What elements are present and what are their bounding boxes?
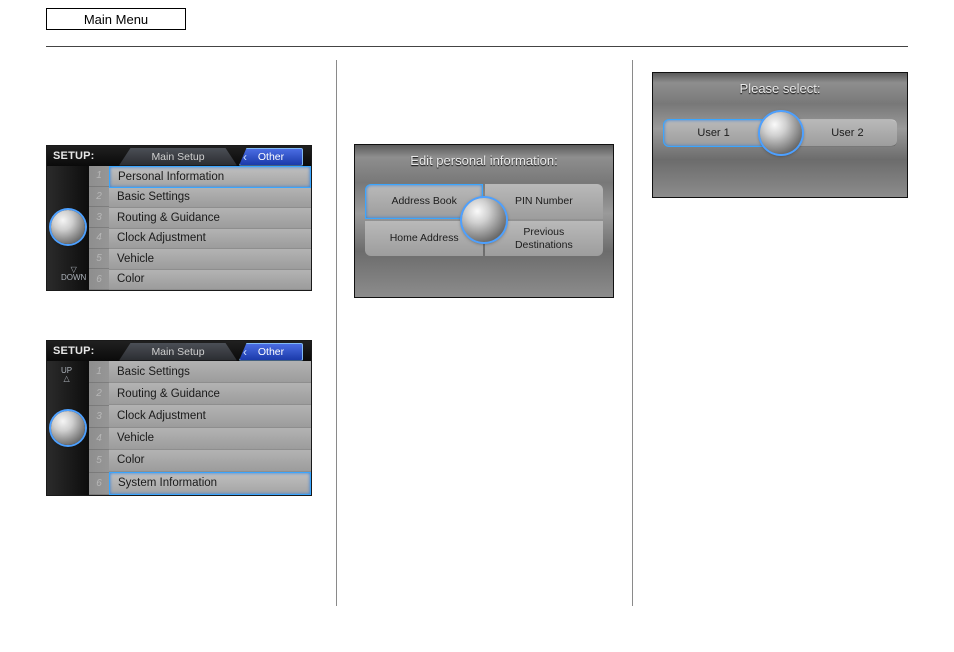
modal-title: Edit personal information: — [410, 153, 557, 168]
menu-item-basic-settings[interactable]: Basic Settings — [109, 188, 311, 209]
setup-screen-bottom: SETUP: Main Setup Other UP △ 1 2 3 4 5 6… — [46, 340, 312, 496]
option-label: Address Book — [391, 195, 456, 208]
option-label: Home Address — [390, 232, 459, 245]
menu-item-system-information[interactable]: System Information — [109, 472, 311, 495]
option-user-2[interactable]: User 2 — [798, 119, 897, 147]
menu-item-label: Color — [117, 273, 144, 285]
menu-item-vehicle[interactable]: Vehicle — [109, 428, 311, 450]
menu-item-personal-information[interactable]: Personal Information — [109, 166, 311, 188]
nav-knob-column: UP △ — [47, 361, 89, 495]
menu-list: Basic Settings Routing & Guidance Clock … — [109, 361, 311, 495]
row-number-column: 1 2 3 4 5 6 — [89, 361, 109, 495]
row-number: 3 — [89, 406, 109, 428]
user-pill-row: User 1 User 2 — [663, 112, 897, 154]
tab-main-setup[interactable]: Main Setup — [119, 343, 237, 361]
up-arrow-icon[interactable]: UP △ — [61, 367, 72, 383]
row-number: 1 — [89, 166, 109, 187]
menu-item-label: Vehicle — [117, 253, 154, 265]
main-menu-button[interactable]: Main Menu — [46, 8, 186, 30]
menu-item-label: Clock Adjustment — [117, 410, 206, 422]
row-number: 6 — [89, 269, 109, 290]
option-user-1[interactable]: User 1 — [663, 119, 764, 147]
row-number: 4 — [89, 228, 109, 249]
row-number: 4 — [89, 428, 109, 450]
tab-main-label: Main Setup — [151, 346, 204, 358]
down-arrow-icon[interactable]: ▽ DOWN — [61, 266, 86, 282]
divider-vertical-2 — [632, 60, 633, 606]
edit-personal-info-screen: Edit personal information: Address Book … — [354, 144, 614, 298]
tab-other[interactable]: Other — [239, 148, 303, 166]
row-number: 2 — [89, 383, 109, 405]
tab-main-label: Main Setup — [151, 151, 204, 163]
option-label: User 2 — [831, 127, 863, 139]
user-select-screen: Please select: User 1 User 2 — [652, 72, 908, 198]
menu-item-label: System Information — [118, 477, 217, 489]
tab-other-label: Other — [258, 151, 284, 163]
option-label: PIN Number — [515, 195, 573, 208]
menu-item-label: Basic Settings — [117, 191, 190, 203]
menu-item-label: Basic Settings — [117, 366, 190, 378]
menu-item-label: Vehicle — [117, 432, 154, 444]
row-number: 2 — [89, 187, 109, 208]
menu-item-color[interactable]: Color — [109, 450, 311, 472]
menu-item-label: Routing & Guidance — [117, 388, 220, 400]
menu-item-routing-guidance[interactable]: Routing & Guidance — [109, 383, 311, 405]
rotary-knob-icon[interactable] — [51, 411, 85, 445]
modal-title: Please select: — [740, 81, 821, 96]
divider-horizontal — [46, 46, 908, 47]
menu-item-label: Color — [117, 454, 144, 466]
divider-vertical-1 — [336, 60, 337, 606]
option-label: Previous Destinations — [515, 226, 573, 251]
option-grid: Address Book PIN Number Home Address Pre… — [365, 184, 602, 256]
titlebar: SETUP: Main Setup Other — [47, 146, 311, 166]
tab-other[interactable]: Other — [239, 343, 303, 361]
main-menu-label: Main Menu — [84, 12, 148, 27]
nav-knob-column: ▽ DOWN — [47, 166, 89, 290]
row-number: 6 — [89, 473, 109, 495]
tab-main-setup[interactable]: Main Setup — [119, 148, 237, 166]
setup-title: SETUP: — [47, 345, 101, 357]
rotary-knob-icon[interactable] — [51, 210, 85, 244]
setup-screen-top: SETUP: Main Setup Other ▽ DOWN 1 2 3 4 5… — [46, 145, 312, 291]
option-label: User 1 — [697, 127, 729, 139]
menu-item-color[interactable]: Color — [109, 270, 311, 291]
menu-list: Personal Information Basic Settings Rout… — [109, 166, 311, 290]
setup-title: SETUP: — [47, 150, 101, 162]
menu-item-label: Personal Information — [118, 171, 224, 183]
menu-item-label: Clock Adjustment — [117, 232, 206, 244]
menu-item-basic-settings[interactable]: Basic Settings — [109, 361, 311, 383]
menu-item-label: Routing & Guidance — [117, 212, 220, 224]
titlebar: SETUP: Main Setup Other — [47, 341, 311, 361]
menu-item-routing-guidance[interactable]: Routing & Guidance — [109, 208, 311, 229]
menu-item-clock-adjustment[interactable]: Clock Adjustment — [109, 405, 311, 427]
row-number: 1 — [89, 361, 109, 383]
rotary-knob-icon[interactable] — [760, 112, 802, 154]
menu-item-clock-adjustment[interactable]: Clock Adjustment — [109, 229, 311, 250]
row-number: 3 — [89, 207, 109, 228]
row-number: 5 — [89, 450, 109, 472]
tab-other-label: Other — [258, 346, 284, 358]
row-number-column: 1 2 3 4 5 6 — [89, 166, 109, 290]
row-number: 5 — [89, 249, 109, 270]
menu-item-vehicle[interactable]: Vehicle — [109, 249, 311, 270]
rotary-knob-icon[interactable] — [462, 198, 506, 242]
